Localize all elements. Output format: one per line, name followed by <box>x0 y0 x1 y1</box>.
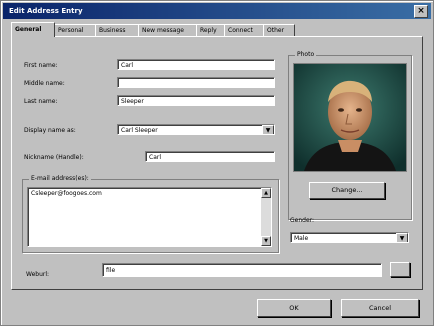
chevron-down-icon: ▼ <box>399 235 405 242</box>
scroll-up-button[interactable]: ▲ <box>261 188 271 198</box>
first-name-field[interactable]: Carl <box>117 59 275 70</box>
display-name-dropdown-button[interactable]: ▼ <box>262 125 274 134</box>
gender-label: Gender: <box>290 217 315 224</box>
photo-group: Photo Change... <box>288 51 412 220</box>
gender-select[interactable]: Male ▼ <box>290 232 409 243</box>
scroll-up-icon: ▲ <box>264 190 268 196</box>
cancel-button[interactable]: Cancel <box>341 299 419 317</box>
email-group: E-mail address(es): Csleeper@foogoes.com… <box>22 175 279 253</box>
middle-name-field[interactable] <box>117 77 275 88</box>
last-name-label: Last name: <box>24 98 58 105</box>
tab-other[interactable]: Other <box>263 24 295 36</box>
window-title: Edit Address Entry <box>9 7 83 15</box>
tab-new-message[interactable]: New message <box>138 24 197 36</box>
weburl-browse-button[interactable] <box>390 262 410 277</box>
scroll-down-icon: ▼ <box>264 238 268 244</box>
tab-personal[interactable]: Personal <box>54 24 96 36</box>
ok-button[interactable]: OK <box>257 299 331 317</box>
photo-group-label: Photo <box>295 51 317 58</box>
display-name-label: Display name as: <box>24 127 76 134</box>
chevron-down-icon: ▼ <box>265 127 271 134</box>
last-name-field[interactable]: Sleeper <box>117 95 275 106</box>
general-tab-panel: First name: Carl Middle name: Last name:… <box>11 36 423 290</box>
tab-connect[interactable]: Connect <box>224 24 264 36</box>
email-group-label: E-mail address(es): <box>29 175 91 182</box>
close-button[interactable]: × <box>414 5 428 18</box>
photo-image <box>294 64 406 171</box>
email-scrollbar[interactable]: ▲ ▼ <box>261 188 271 246</box>
gender-value: Male <box>294 235 309 242</box>
contact-photo <box>293 63 407 172</box>
nickname-label: Nickname (Handle): <box>24 154 84 161</box>
display-name-select[interactable]: Carl Sleeper ▼ <box>117 124 275 135</box>
tab-general[interactable]: General <box>11 22 55 37</box>
close-icon: × <box>417 6 425 16</box>
scroll-down-button[interactable]: ▼ <box>261 236 271 246</box>
tab-reply[interactable]: Reply <box>196 24 225 36</box>
email-list[interactable]: Csleeper@foogoes.com ▲ ▼ <box>27 187 272 247</box>
weburl-field[interactable]: file <box>102 263 382 277</box>
first-name-label: First name: <box>24 62 58 69</box>
tab-business[interactable]: Business <box>95 24 139 36</box>
change-photo-button[interactable]: Change... <box>309 182 385 199</box>
nickname-field[interactable]: Carl <box>145 151 275 162</box>
weburl-label: Weburl: <box>26 271 50 278</box>
edit-address-entry-dialog: Edit Address Entry × General Personal Bu… <box>0 0 434 326</box>
title-bar[interactable]: Edit Address Entry × <box>3 3 431 19</box>
middle-name-label: Middle name: <box>24 80 65 87</box>
display-name-value: Carl Sleeper <box>121 127 158 134</box>
email-item[interactable]: Csleeper@foogoes.com <box>28 188 271 199</box>
gender-dropdown-button[interactable]: ▼ <box>396 233 408 242</box>
